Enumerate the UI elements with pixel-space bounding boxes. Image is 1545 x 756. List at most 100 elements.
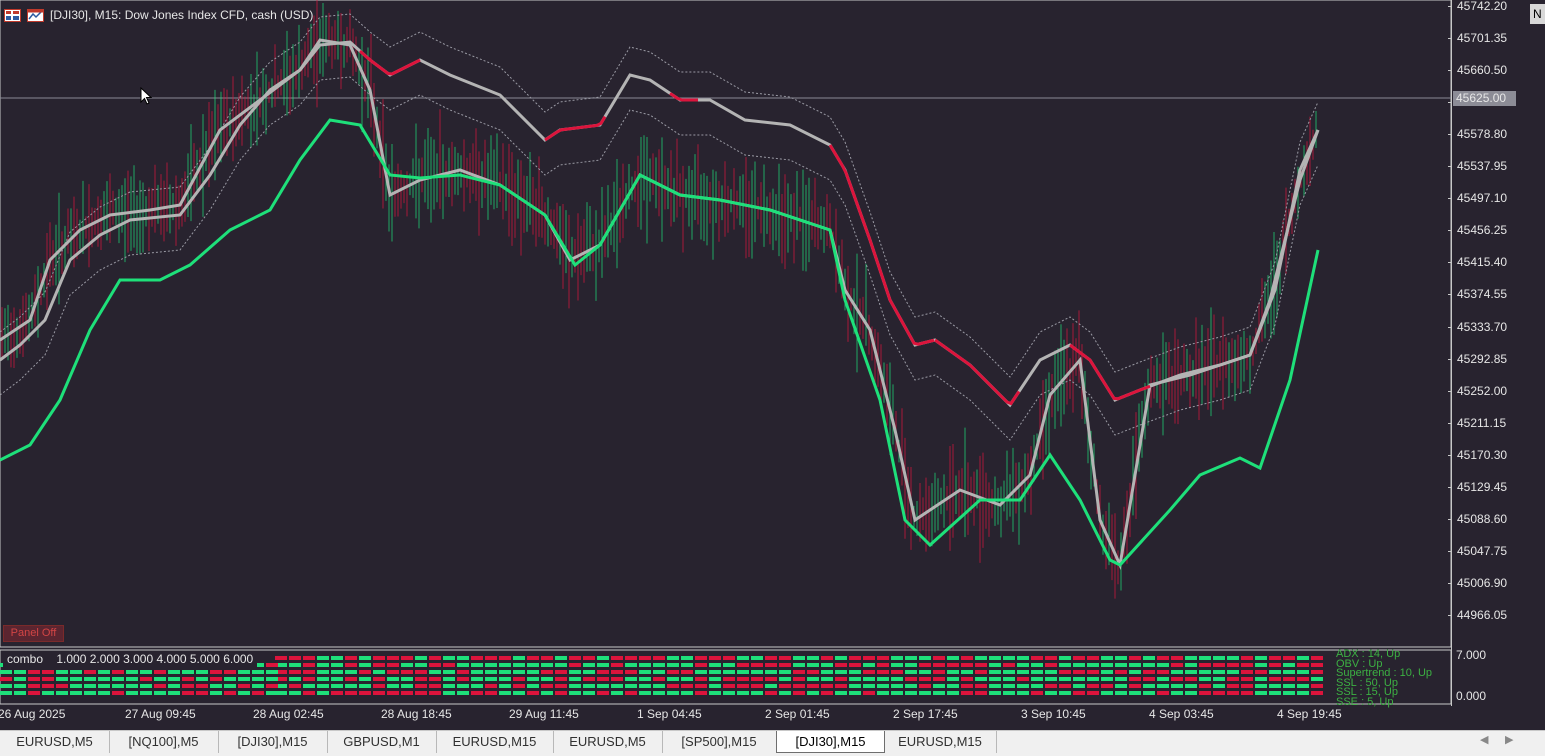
indicator-bar-segment bbox=[849, 684, 861, 688]
panel-toggle-button[interactable]: Panel Off bbox=[3, 625, 64, 642]
indicator-bar-segment bbox=[513, 691, 525, 695]
indicator-bar-segment bbox=[1115, 691, 1127, 695]
indicator-bar-segment bbox=[513, 677, 525, 681]
indicator-bar-segment bbox=[877, 691, 889, 695]
price-tick-label: 45374.55 bbox=[1447, 287, 1508, 302]
indicator-bar-segment bbox=[331, 684, 343, 688]
indicator-bar-segment bbox=[597, 670, 609, 674]
indicator-bar-segment bbox=[1087, 691, 1099, 695]
indicator-bar-segment bbox=[373, 670, 385, 674]
indicator-bar-segment bbox=[1297, 677, 1309, 681]
indicator-bar-segment bbox=[457, 691, 469, 695]
chart-tab[interactable]: EURUSD,M15 bbox=[436, 731, 554, 753]
bearish-segment bbox=[669, 92, 698, 102]
indicator-bar-segment bbox=[779, 663, 791, 667]
indicator-bar-segment bbox=[485, 656, 497, 660]
indicator-bar-segment bbox=[387, 691, 399, 695]
indicator-bar-segment bbox=[140, 670, 152, 674]
indicator-bar-segment bbox=[1157, 663, 1169, 667]
indicator-bar-segment bbox=[961, 684, 973, 688]
chart-window[interactable]: [DJI30], M15: Dow Jones Index CFD, cash … bbox=[0, 0, 1545, 730]
indicator-scale-top: 7.000 bbox=[1456, 648, 1487, 662]
indicator-bar-segment bbox=[527, 691, 539, 695]
indicator-bar-segment bbox=[695, 691, 707, 695]
indicator-bar-segment bbox=[224, 691, 236, 695]
indicator-bar-segment bbox=[0, 677, 12, 681]
indicator-bar-segment bbox=[1101, 677, 1113, 681]
indicator-bar-segment bbox=[905, 691, 917, 695]
indicator-bar-segment bbox=[737, 663, 749, 667]
indicator-bar-segment bbox=[401, 677, 413, 681]
indicator-bar-segment bbox=[1171, 684, 1183, 688]
chart-tab[interactable]: [SP500],M15 bbox=[662, 731, 777, 753]
current-price-label: 45625.00 bbox=[1453, 91, 1516, 106]
indicator-bar-segment bbox=[1143, 684, 1155, 688]
indicator-bar-segment bbox=[359, 677, 371, 681]
indicator-bar-segment bbox=[266, 670, 278, 674]
indicator-bar-segment bbox=[1143, 670, 1155, 674]
chart-tab[interactable]: [DJI30],M15 bbox=[776, 731, 885, 753]
indicator-bar-segment bbox=[471, 684, 483, 688]
indicator-bar-segment bbox=[14, 670, 26, 674]
indicator-bar-segment bbox=[891, 670, 903, 674]
indicator-bar-segment bbox=[583, 663, 595, 667]
indicator-bar-segment bbox=[289, 691, 301, 695]
indicator-label: combo 1.000 2.000 3.000 4.000 5.000 6.00… bbox=[3, 652, 258, 667]
indicator-bar-segment bbox=[14, 677, 26, 681]
time-scale[interactable]: 26 Aug 2025 27 Aug 09:45 28 Aug 02:45 28 Au… bbox=[0, 704, 1451, 730]
indicator-bar-segment bbox=[737, 656, 749, 660]
chart-tab[interactable]: GBPUSD,M1 bbox=[327, 731, 437, 753]
indicator-bar-segment bbox=[751, 656, 763, 660]
indicator-bar-segment bbox=[252, 670, 264, 674]
indicator-bar-segment bbox=[266, 677, 278, 681]
indicator-bar-segment bbox=[807, 677, 819, 681]
indicator-bar-segment bbox=[1199, 677, 1211, 681]
indicator-bar-segment bbox=[975, 691, 987, 695]
indicator-bar-segment bbox=[1283, 670, 1295, 674]
price-tick-label: 45537.95 bbox=[1447, 159, 1508, 174]
indicator-bar-segment bbox=[401, 691, 413, 695]
indicator-bar-segment bbox=[1311, 684, 1323, 688]
indicator-bar-segment bbox=[1101, 663, 1113, 667]
indicator-bar-segment bbox=[1311, 670, 1323, 674]
indicator-bar-segment bbox=[289, 670, 301, 674]
indicator-bar-segment bbox=[210, 684, 222, 688]
indicator-bar-segment bbox=[331, 656, 343, 660]
indicator-bar-segment bbox=[835, 670, 847, 674]
indicator-bar-segment bbox=[527, 656, 539, 660]
indicator-bar-segment bbox=[779, 691, 791, 695]
indicator-bar-segment bbox=[989, 663, 1001, 667]
scroll-right-icon[interactable]: ▶ bbox=[1505, 733, 1513, 746]
indicator-bar-segment bbox=[555, 677, 567, 681]
corner-button[interactable]: N bbox=[1530, 4, 1545, 24]
chart-tab[interactable]: [NQ100],M5 bbox=[109, 731, 219, 753]
time-tick-label: 2 Sep 01:45 bbox=[765, 707, 830, 721]
chart-tab[interactable]: EURUSD,M5 bbox=[0, 731, 110, 753]
indicator-bar-segment bbox=[891, 663, 903, 667]
indicator-bar-segment bbox=[1101, 670, 1113, 674]
indicator-bar-segment bbox=[653, 677, 665, 681]
chart-tab[interactable]: [DJI30],M15 bbox=[218, 731, 328, 753]
price-chart[interactable] bbox=[0, 0, 1545, 730]
time-tick-label: 28 Aug 02:45 bbox=[253, 707, 324, 721]
price-tick-label: 45415.40 bbox=[1447, 255, 1508, 270]
chart-window-icon bbox=[27, 8, 44, 22]
indicator-bar-segment bbox=[1059, 677, 1071, 681]
indicator-bar-segment bbox=[1311, 656, 1323, 660]
indicator-bar-segment bbox=[849, 663, 861, 667]
chart-tab[interactable]: EURUSD,M15 bbox=[884, 731, 997, 753]
indicator-bar-segment bbox=[303, 670, 315, 674]
indicator-bar-segment bbox=[919, 670, 931, 674]
indicator-bar-segment bbox=[1101, 684, 1113, 688]
scroll-left-icon[interactable]: ◀ bbox=[1480, 733, 1488, 746]
baseline-ma-line bbox=[0, 38, 1320, 571]
indicator-bar-segment bbox=[457, 677, 469, 681]
indicator-bar-segment bbox=[611, 670, 623, 674]
indicator-bar-segment bbox=[653, 684, 665, 688]
indicator-bar-segment bbox=[196, 677, 208, 681]
indicator-bar-segment bbox=[1059, 691, 1071, 695]
indicator-bar-segment bbox=[429, 691, 441, 695]
indicator-bar-segment bbox=[835, 677, 847, 681]
indicator-bar-segment bbox=[1199, 670, 1211, 674]
chart-tab[interactable]: EURUSD,M5 bbox=[553, 731, 663, 753]
